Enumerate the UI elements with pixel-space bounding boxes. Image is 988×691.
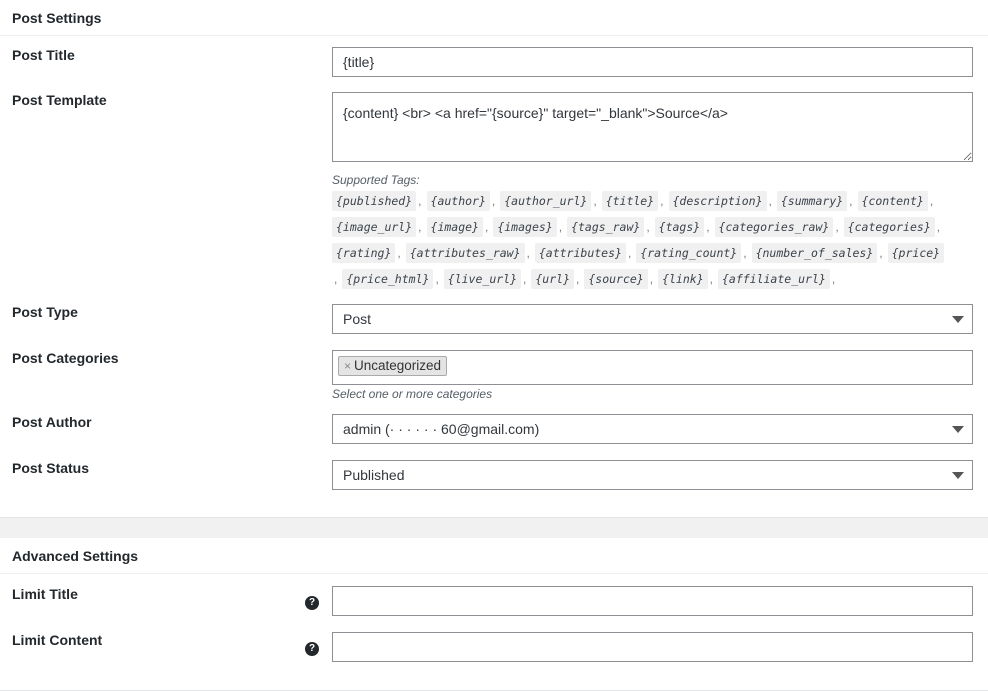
supported-tag: {tags_raw} xyxy=(567,217,645,237)
post-settings-heading: Post Settings xyxy=(0,0,988,36)
category-chip-label: Uncategorized xyxy=(354,358,442,373)
tag-separator: , xyxy=(879,246,883,260)
tag-separator: , xyxy=(831,272,836,286)
supported-tag: {summary} xyxy=(776,191,848,211)
tag-separator: , xyxy=(418,220,422,234)
post-status-label: Post Status xyxy=(12,460,90,476)
supported-tag: {rating_count} xyxy=(636,243,742,263)
post-categories-label: Post Categories xyxy=(12,350,119,366)
post-type-select[interactable]: Post xyxy=(332,304,973,334)
supported-tag: {image} xyxy=(426,217,483,237)
tag-separator: , xyxy=(743,246,747,260)
tag-separator: , xyxy=(660,194,664,208)
chevron-down-icon xyxy=(952,316,964,323)
post-categories-multiselect[interactable]: × Uncategorized xyxy=(332,350,973,385)
post-author-value: admin (· · · · · · 60@gmail.com) xyxy=(343,421,540,437)
tag-separator: , xyxy=(593,194,597,208)
tag-separator: , xyxy=(646,220,650,234)
limit-title-label: Limit Title xyxy=(12,586,78,602)
supported-tag: {content} xyxy=(857,191,928,211)
tag-separator: , xyxy=(418,194,422,208)
limit-content-input[interactable] xyxy=(332,632,973,662)
supported-tag: {price} xyxy=(887,243,945,263)
tag-separator: , xyxy=(435,272,439,286)
supported-tag: {author_url} xyxy=(500,191,592,211)
post-title-label: Post Title xyxy=(12,47,75,63)
tag-separator: , xyxy=(576,272,580,286)
post-type-value: Post xyxy=(343,311,372,327)
supported-tags-label: Supported Tags: xyxy=(332,173,420,187)
tag-separator: , xyxy=(627,246,632,260)
supported-tag: {link} xyxy=(658,269,708,289)
chevron-down-icon xyxy=(952,472,964,479)
tag-separator: , xyxy=(706,220,710,234)
tag-separator: , xyxy=(334,272,338,286)
supported-tag: {author} xyxy=(426,191,490,211)
question-circle-icon[interactable]: ? xyxy=(305,642,319,656)
tag-separator: , xyxy=(526,246,530,260)
supported-tag: {image_url} xyxy=(332,217,417,237)
tag-separator: , xyxy=(649,272,654,286)
supported-tags-list: {published}, {author}, {author_url}, {title… xyxy=(332,188,952,292)
post-template-textarea[interactable]: {content} <br> <a href="{source}" target… xyxy=(332,92,973,162)
limit-title-input[interactable] xyxy=(332,586,973,616)
supported-tag: {attributes} xyxy=(534,243,626,263)
supported-tag: {images} xyxy=(493,217,557,237)
supported-tag: {url} xyxy=(531,269,574,289)
chevron-down-icon xyxy=(952,426,964,433)
supported-tag: {tags} xyxy=(654,217,705,237)
supported-tag: {categories} xyxy=(843,217,935,237)
tag-separator: , xyxy=(397,246,401,260)
supported-tag: {title} xyxy=(601,191,659,211)
question-circle-icon[interactable]: ? xyxy=(305,596,319,610)
tag-separator: , xyxy=(558,220,563,234)
tag-separator: , xyxy=(849,194,853,208)
supported-tag: {number_of_sales} xyxy=(751,243,878,263)
tag-separator: , xyxy=(491,194,496,208)
tag-separator: , xyxy=(523,272,527,286)
post-status-select[interactable]: Published xyxy=(332,460,973,490)
supported-tag: {price_html} xyxy=(342,269,434,289)
supported-tag: {categories_raw} xyxy=(714,217,834,237)
tag-separator: , xyxy=(709,272,713,286)
category-chip: × Uncategorized xyxy=(338,356,448,376)
tag-separator: , xyxy=(484,220,489,234)
tag-separator: , xyxy=(768,194,772,208)
supported-tag: {published} xyxy=(332,191,417,211)
supported-tag: {affiliate_url} xyxy=(717,269,830,289)
close-icon[interactable]: × xyxy=(344,359,351,373)
advanced-settings-panel: Advanced Settings Limit Title ? Limit Co… xyxy=(0,538,988,691)
post-status-value: Published xyxy=(343,467,405,483)
advanced-settings-heading: Advanced Settings xyxy=(0,538,988,574)
post-settings-panel: Post Settings Post Title Post Template {… xyxy=(0,0,988,518)
post-author-label: Post Author xyxy=(12,414,92,430)
supported-tag: {rating} xyxy=(332,243,396,263)
tag-separator: , xyxy=(936,220,941,234)
categories-hint: Select one or more categories xyxy=(332,387,493,401)
post-title-input[interactable] xyxy=(332,47,973,77)
supported-tag: {source} xyxy=(584,269,648,289)
supported-tag: {attributes_raw} xyxy=(405,243,525,263)
supported-tag: {live_url} xyxy=(443,269,522,289)
tag-separator: , xyxy=(929,194,934,208)
supported-tag: {description} xyxy=(668,191,767,211)
post-template-label: Post Template xyxy=(12,92,107,108)
limit-content-label: Limit Content xyxy=(12,632,103,648)
tag-separator: , xyxy=(835,220,839,234)
post-type-label: Post Type xyxy=(12,304,78,320)
post-author-select[interactable]: admin (· · · · · · 60@gmail.com) xyxy=(332,414,973,444)
